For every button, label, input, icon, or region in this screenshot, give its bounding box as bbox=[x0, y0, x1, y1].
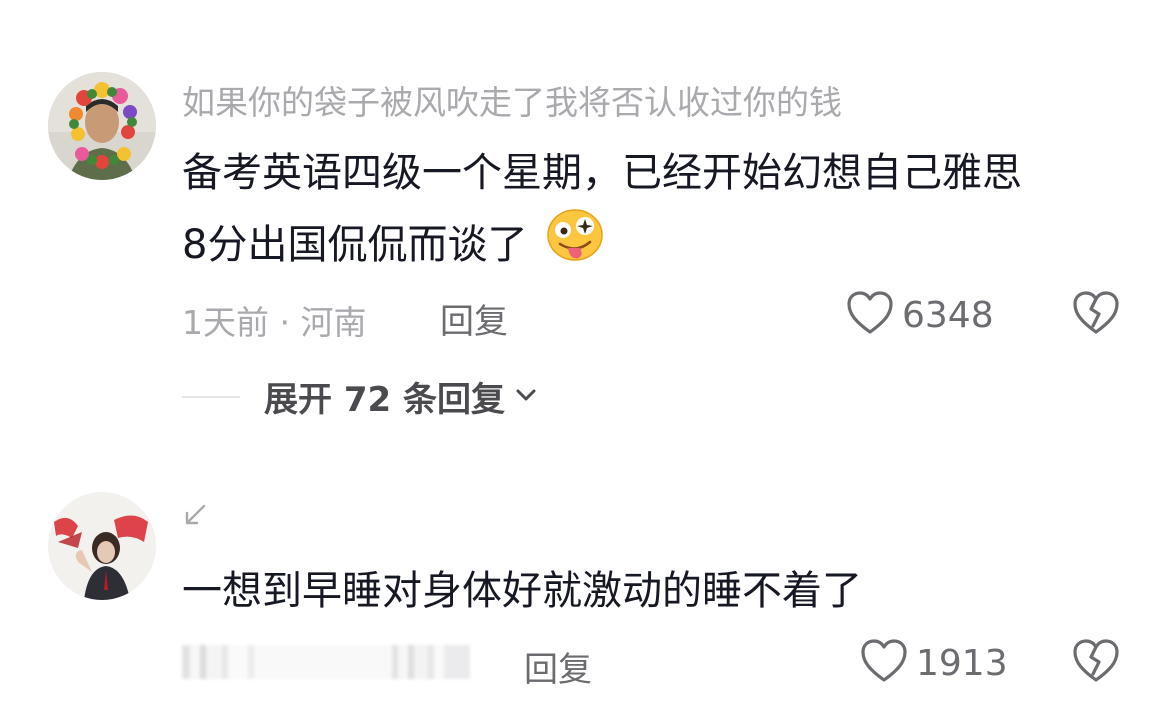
heart-icon bbox=[846, 290, 894, 340]
drooling-face-emoji-icon bbox=[546, 208, 604, 286]
avatar[interactable] bbox=[48, 492, 156, 600]
divider-line bbox=[182, 395, 240, 398]
like-button[interactable]: 6348 bbox=[846, 290, 994, 340]
avatar[interactable] bbox=[48, 72, 156, 180]
chevron-down-icon bbox=[515, 387, 537, 406]
dislike-button[interactable] bbox=[1072, 290, 1120, 340]
like-count: 6348 bbox=[902, 294, 994, 336]
comment-username[interactable]: 如果你的袋子被风吹走了我将否认收过你的钱 bbox=[182, 76, 842, 124]
comment-text-line-2-content: 8分出国侃侃而谈了 bbox=[182, 222, 528, 268]
broken-heart-icon bbox=[1072, 639, 1120, 688]
reply-button[interactable]: 回复 bbox=[440, 294, 508, 343]
reply-arrow-icon bbox=[182, 502, 208, 532]
broken-heart-icon bbox=[1072, 291, 1120, 340]
heart-icon bbox=[860, 638, 908, 688]
expand-replies-button[interactable]: 展开 72 条回复 bbox=[182, 372, 537, 421]
expand-replies-label: 展开 72 条回复 bbox=[264, 380, 505, 420]
comment-time-location: 1天前 · 河南 bbox=[182, 303, 367, 342]
like-button[interactable]: 1913 bbox=[860, 638, 1008, 688]
comment-text-line-1: 备考英语四级一个星期，已经开始幻想自己雅思 bbox=[182, 150, 1022, 196]
blurred-username bbox=[182, 645, 470, 679]
dislike-button[interactable] bbox=[1072, 638, 1120, 688]
comment-text-line-2: 8分出国侃侃而谈了 bbox=[182, 208, 604, 286]
reply-button[interactable]: 回复 bbox=[524, 642, 592, 691]
comment-text: 一想到早睡对身体好就激动的睡不着了 bbox=[182, 568, 862, 614]
like-count: 1913 bbox=[916, 642, 1008, 684]
